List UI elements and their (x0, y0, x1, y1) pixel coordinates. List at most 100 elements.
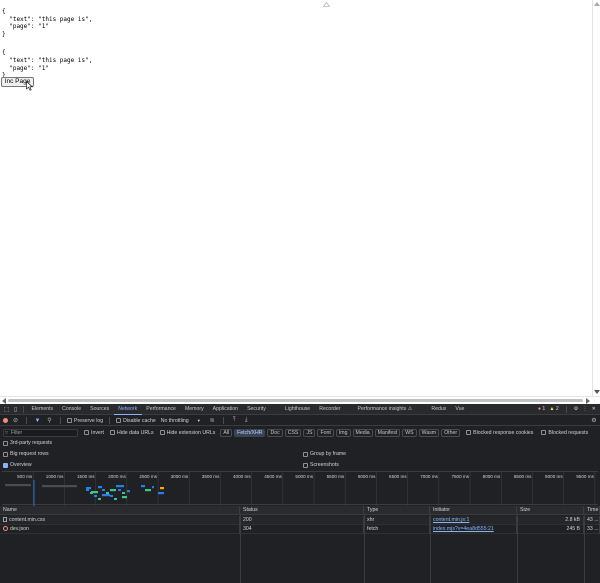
filter-icon[interactable]: ▼ (33, 416, 42, 425)
timeline-request-bar (94, 495, 97, 497)
disable-cache-checkbox[interactable]: Disable cache (116, 418, 156, 424)
filter-type-img[interactable]: Img (335, 428, 351, 437)
timeline-request-bar (114, 498, 117, 500)
export-har-icon[interactable]: ⤓ (242, 416, 251, 425)
tab-lighthouse[interactable]: Lighthouse (280, 404, 314, 415)
cell-initiator[interactable]: index.mjs?v=4ea8d555:21 (430, 525, 517, 534)
timeline-request-bar (86, 489, 89, 491)
timeline-tick-label: 2000 ms (108, 474, 126, 479)
close-icon[interactable]: ✕ (592, 406, 596, 412)
warning-icon: ▲ (549, 406, 555, 412)
import-har-icon[interactable]: ⤒ (230, 416, 239, 425)
overview-checkbox[interactable]: Overview (3, 460, 32, 470)
column-header-size[interactable]: Size (517, 506, 584, 515)
timeline-request-bar (90, 492, 93, 494)
tab-redux[interactable]: Redux (427, 404, 451, 415)
divider (26, 417, 27, 424)
tab-network[interactable]: Network (113, 404, 142, 415)
filter-type-js[interactable]: JS (303, 428, 316, 437)
timeline-request-bar (5, 484, 31, 487)
network-toolbar: ⊘ ▼ ⚲ Preserve log Disable cache No thro… (0, 416, 600, 426)
cell-initiator[interactable]: content.min.js:1 (430, 516, 517, 525)
horizontal-scroll-thumb[interactable] (8, 399, 583, 402)
resource-type-filters: All Fetch/XHR Doc CSS JS Font Img Media Manifest… (220, 428, 461, 437)
devtools-status-area: ● 1 ▲ 2 ⚙ ⋮ ✕ (538, 405, 600, 413)
devtools-tabs: Elements Console Sources Network Performance… (27, 404, 469, 415)
cell-type: xhr (364, 516, 430, 525)
filter-input[interactable]: Filter (3, 428, 78, 437)
filter-type-doc[interactable]: Doc (267, 428, 283, 437)
tab-recorder[interactable]: Recorder (315, 404, 345, 415)
network-settings-gear-icon[interactable]: ⚙ (591, 416, 600, 425)
timeline-tick-label: 3000 ms (171, 474, 189, 479)
throttling-select[interactable]: No throttling ▼ (161, 418, 201, 424)
column-header-name[interactable]: Name (0, 506, 240, 515)
table-row[interactable]: dev.json 304 fetch index.mjs?v=4ea8d555:21 2… (0, 525, 600, 534)
error-counter[interactable]: ● 1 (538, 406, 545, 412)
timeline-tick-label: 1500 ms (77, 474, 95, 479)
filter-type-fetch-xhr[interactable]: Fetch/XHR (234, 428, 266, 437)
divider (109, 417, 111, 424)
tab-console[interactable]: Console (58, 404, 86, 415)
column-header-status[interactable]: Status (240, 506, 364, 515)
divider (222, 417, 224, 424)
clear-icon[interactable]: ⊘ (11, 416, 20, 425)
timeline-request-bar (152, 486, 154, 489)
third-party-requests-checkbox[interactable]: 3rd-party requests (3, 438, 52, 448)
scroll-up-icon[interactable] (594, 2, 600, 6)
timeline-tick-label: 9000 ms (545, 474, 563, 479)
scroll-down-icon[interactable] (594, 390, 600, 394)
tab-elements[interactable]: Elements (27, 404, 58, 415)
group-by-frame-checkbox[interactable]: Group by frame (303, 449, 346, 459)
filter-type-manifest[interactable]: Manifest (374, 428, 401, 437)
big-request-rows-checkbox[interactable]: Big request rows (3, 449, 49, 459)
search-icon[interactable]: ⚲ (45, 416, 54, 425)
gear-icon[interactable]: ⚙ (574, 406, 579, 412)
column-header-initiator[interactable]: Initiator (430, 506, 517, 515)
filter-type-font[interactable]: Font (317, 428, 334, 437)
tab-sources[interactable]: Sources (86, 404, 114, 415)
filter-type-ws[interactable]: WS (402, 428, 417, 437)
table-row[interactable]: content.min.css 200 xhr content.min.js:1 2.8… (0, 516, 600, 525)
vertical-scrollbar[interactable] (592, 0, 600, 396)
horizontal-scrollbar[interactable] (0, 396, 600, 404)
more-options-icon[interactable]: ⋮ (582, 406, 587, 412)
filter-bar: Filter Invert Hide data URLs Hide extens… (0, 427, 600, 438)
inspect-element-icon[interactable]: ⬚ (2, 405, 11, 414)
filter-type-other[interactable]: Other (441, 428, 461, 437)
tab-performance-insights[interactable]: Performance insights ⚠ (353, 404, 417, 415)
column-header-type[interactable]: Type (364, 506, 430, 515)
blocked-requests-checkbox[interactable]: Blocked requests (541, 430, 588, 436)
hide-data-urls-checkbox[interactable]: Hide data URLs (109, 430, 154, 436)
timeline-tick-label: 8500 ms (514, 474, 532, 479)
device-toolbar-icon[interactable]: ▯ (11, 405, 20, 414)
timeline-request-bar (160, 487, 164, 490)
warning-counter[interactable]: ▲ 2 (549, 406, 558, 412)
filter-type-css[interactable]: CSS (284, 428, 302, 437)
column-header-time[interactable]: Time (584, 506, 600, 515)
filter-type-all[interactable]: All (220, 428, 233, 437)
network-overview-timeline[interactable]: 500 ms 1000 ms 1500 ms 2000 ms 2500 ms 3000 m… (2, 471, 598, 506)
timeline-request-bar (110, 495, 113, 497)
mouse-cursor-icon (26, 81, 33, 91)
tab-application[interactable]: Application (208, 404, 242, 415)
cell-status: 200 (240, 516, 364, 525)
timeline-tick-label: 6000 ms (358, 474, 376, 479)
network-conditions-icon[interactable]: ≋ (208, 416, 217, 425)
tab-security[interactable]: Security (243, 404, 271, 415)
tab-performance[interactable]: Performance (142, 404, 181, 415)
filter-type-media[interactable]: Media (352, 428, 373, 437)
tab-vue[interactable]: Vue (451, 404, 469, 415)
invert-checkbox[interactable]: Invert (84, 430, 104, 436)
blocked-response-cookies-checkbox[interactable]: Blocked response cookies (466, 430, 533, 436)
timeline-request-bar (141, 485, 145, 488)
timeline-request-bar (102, 489, 105, 491)
record-icon[interactable] (3, 418, 8, 423)
cell-name: content.min.css (0, 516, 240, 525)
filter-type-wasm[interactable]: Wasm (418, 428, 440, 437)
hide-extension-urls-checkbox[interactable]: Hide extension URLs (159, 430, 215, 436)
tab-memory[interactable]: Memory (180, 404, 208, 415)
timeline-request-bar (122, 496, 127, 499)
screenshots-checkbox[interactable]: Screenshots (303, 460, 339, 470)
preserve-log-checkbox[interactable]: Preserve log (67, 418, 103, 424)
